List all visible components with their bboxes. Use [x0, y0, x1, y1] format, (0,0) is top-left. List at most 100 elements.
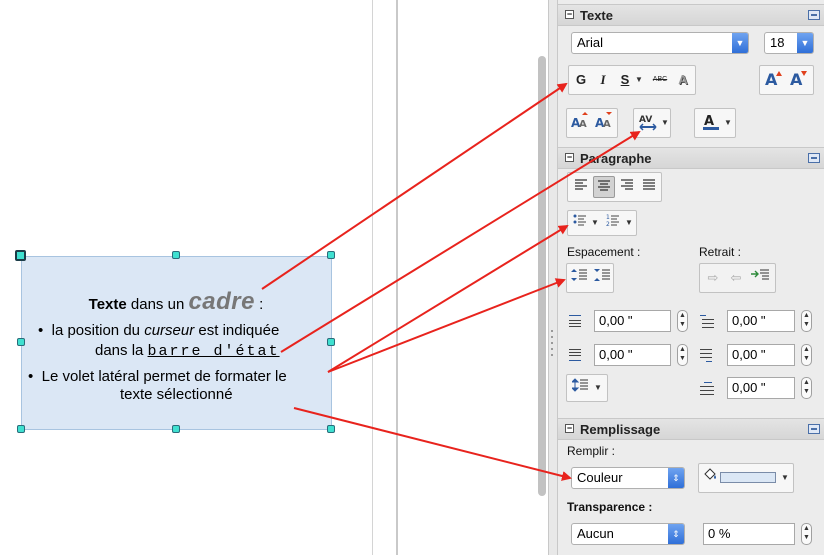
- frame-title-line: Texte dans un cadre :: [0, 288, 352, 316]
- remplissage-section-header[interactable]: − Remplissage: [558, 418, 824, 440]
- resize-handle-right[interactable]: [327, 338, 335, 346]
- bullet-list-button[interactable]: [571, 212, 589, 234]
- character-spacing-icon: AV: [639, 115, 657, 131]
- chevron-down-icon[interactable]: ▼: [781, 467, 789, 489]
- font-color-button[interactable]: A: [700, 112, 722, 134]
- more-options-icon[interactable]: [808, 153, 820, 163]
- resize-handle-bottom-right[interactable]: [327, 425, 335, 433]
- align-right-button[interactable]: [617, 176, 637, 198]
- indent-after-field[interactable]: 0,00 ": [727, 344, 795, 366]
- below-spacing-field[interactable]: 0,00 ": [594, 344, 671, 366]
- resize-handle-left[interactable]: [17, 338, 25, 346]
- increase-spacing-button[interactable]: [569, 267, 589, 289]
- transparency-type-select[interactable]: Aucun ⇕: [571, 523, 685, 545]
- resize-handle-top-right[interactable]: [327, 251, 335, 259]
- more-options-icon[interactable]: [808, 424, 820, 434]
- above-spacing-field[interactable]: 0,00 ": [594, 310, 671, 332]
- line-spacing-icon: [570, 378, 588, 392]
- first-line-indent-icon: [698, 380, 714, 396]
- bullet-mark: •: [38, 322, 44, 339]
- chevron-down-icon[interactable]: ▼: [732, 33, 748, 53]
- chevron-down-icon[interactable]: ▼: [635, 69, 643, 91]
- espacement-label: Espacement :: [567, 245, 641, 259]
- collapse-icon[interactable]: −: [565, 10, 574, 19]
- chevron-down-icon[interactable]: ▼: [625, 212, 633, 234]
- indent-before-field[interactable]: 0,00 ": [727, 310, 795, 332]
- fill-type-value: Couleur: [577, 470, 623, 485]
- svg-text:A: A: [603, 119, 611, 130]
- document-right-area[interactable]: [400, 0, 536, 555]
- scrollbar-thumb[interactable]: [538, 56, 546, 496]
- lowercase-button[interactable]: AA: [594, 112, 614, 134]
- resize-handle-bottom[interactable]: [172, 425, 180, 433]
- chevron-updown-icon[interactable]: ⇕: [668, 468, 684, 488]
- character-spacing-button[interactable]: AV: [637, 112, 659, 134]
- font-size-combo[interactable]: 18 ▼: [764, 32, 814, 54]
- decrease-indent-button[interactable]: ⇦: [726, 267, 746, 289]
- texte-section-header[interactable]: − Texte: [558, 4, 824, 26]
- bold-button[interactable]: G: [573, 69, 589, 91]
- align-left-button[interactable]: [571, 176, 591, 198]
- indent-after-stepper[interactable]: ▲ ▼: [801, 344, 812, 366]
- underline-button[interactable]: S: [618, 69, 632, 91]
- chevron-down-icon[interactable]: ▼: [594, 377, 602, 399]
- strikethrough-button[interactable]: ABC: [649, 69, 671, 91]
- resize-handle-top-left[interactable]: [15, 250, 26, 261]
- fill-color-button[interactable]: [702, 467, 718, 489]
- chevron-down-icon[interactable]: ▼: [724, 112, 732, 134]
- resize-handle-bottom-left[interactable]: [17, 425, 25, 433]
- chevron-down-icon[interactable]: ▼: [591, 212, 599, 234]
- collapse-icon[interactable]: −: [565, 153, 574, 162]
- above-spacing-stepper[interactable]: ▲ ▼: [677, 310, 688, 332]
- transparency-stepper[interactable]: ▲ ▼: [801, 523, 812, 545]
- fill-type-select[interactable]: Couleur ⇕: [571, 467, 685, 489]
- below-spacing-icon: [567, 347, 583, 363]
- fill-color-swatch[interactable]: [720, 472, 776, 483]
- bullet-2-line-1: • Le volet latéral permet de formater le: [28, 368, 287, 385]
- align-center-button[interactable]: [593, 176, 615, 198]
- svg-text:A: A: [765, 70, 778, 87]
- bullet-mark: •: [28, 368, 34, 385]
- bullet-1-text-b: est indiquée: [194, 322, 280, 339]
- first-line-indent-field[interactable]: 0,00 ": [727, 377, 795, 399]
- svg-text:2: 2: [606, 221, 610, 227]
- collapse-icon[interactable]: −: [565, 424, 574, 433]
- align-left-icon: [575, 179, 587, 190]
- splitter-grip: [551, 330, 553, 332]
- grow-font-button[interactable]: A: [763, 69, 783, 91]
- bullet-1-line-2: dans la barre d'état: [95, 342, 280, 360]
- transparency-value-field[interactable]: 0 %: [703, 523, 795, 545]
- more-options-icon[interactable]: [808, 10, 820, 20]
- chevron-updown-icon[interactable]: ⇕: [668, 524, 684, 544]
- shrink-font-button[interactable]: A: [788, 69, 808, 91]
- indent-before-icon: [698, 313, 714, 329]
- paragraphe-section-header[interactable]: − Paragraphe: [558, 147, 824, 169]
- chevron-down-icon[interactable]: ▼: [797, 33, 813, 53]
- justify-button[interactable]: [639, 176, 659, 198]
- hanging-indent-button[interactable]: [749, 267, 771, 289]
- chevron-down-icon[interactable]: ▼: [661, 112, 669, 134]
- below-spacing-stepper[interactable]: ▲ ▼: [677, 344, 688, 366]
- decrease-spacing-button[interactable]: [592, 267, 612, 289]
- sidebar-splitter[interactable]: [548, 0, 558, 555]
- page-gap: [372, 0, 398, 555]
- align-right-icon: [621, 179, 633, 190]
- line-spacing-button[interactable]: [570, 377, 590, 399]
- italic-button[interactable]: I: [596, 69, 610, 91]
- svg-text:A: A: [579, 119, 587, 130]
- numbered-list-icon: 12: [606, 214, 619, 228]
- above-spacing-icon: [567, 313, 583, 329]
- resize-handle-top[interactable]: [172, 251, 180, 259]
- first-line-indent-stepper[interactable]: ▲ ▼: [801, 377, 812, 399]
- font-name-combo[interactable]: Arial ▼: [571, 32, 749, 54]
- font-name-value: Arial: [577, 35, 604, 50]
- shadow-button[interactable]: A: [675, 69, 691, 91]
- svg-text:A: A: [704, 114, 714, 129]
- paragraphe-section-title: Paragraphe: [580, 151, 652, 166]
- increase-indent-button[interactable]: ⇨: [703, 267, 723, 289]
- hanging-indent-icon: [751, 269, 769, 280]
- uppercase-button[interactable]: AA: [570, 112, 590, 134]
- indent-before-stepper[interactable]: ▲ ▼: [801, 310, 812, 332]
- frame-title-bold: Texte: [88, 296, 127, 313]
- numbered-list-button[interactable]: 12: [604, 212, 622, 234]
